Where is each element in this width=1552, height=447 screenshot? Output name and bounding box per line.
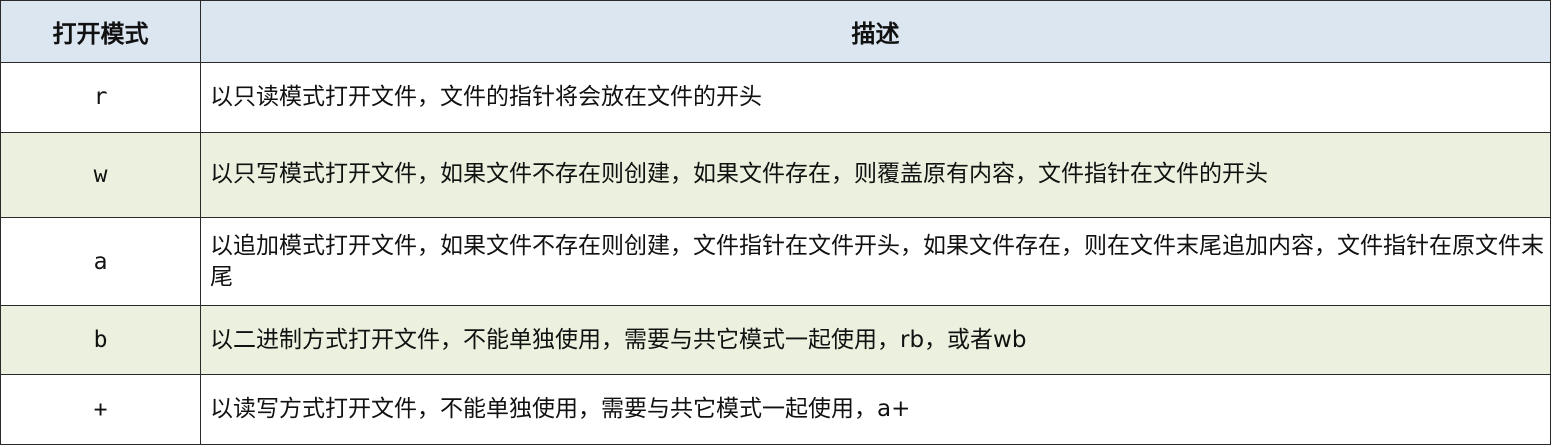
mode-cell: r — [0, 62, 201, 133]
table-row: a 以追加模式打开文件，如果文件不存在则创建，文件指针在文件开头，如果文件存在，… — [0, 217, 1551, 307]
table-row: w 以只写模式打开文件，如果文件不存在则创建，如果文件存在，则覆盖原有内容，文件… — [0, 131, 1551, 219]
description-cell: 以只读模式打开文件，文件的指针将会放在文件的开头 — [200, 62, 1551, 133]
mode-cell: b — [0, 305, 201, 376]
description-cell: 以只写模式打开文件，如果文件不存在则创建，如果文件存在，则覆盖原有内容，文件指针… — [200, 131, 1551, 219]
mode-cell: w — [0, 131, 201, 219]
description-cell: 以二进制方式打开文件，不能单独使用，需要与共它模式一起使用，rb，或者wb — [200, 305, 1551, 376]
table-row: r 以只读模式打开文件，文件的指针将会放在文件的开头 — [0, 62, 1551, 133]
file-mode-table: 打开模式 描述 r 以只读模式打开文件，文件的指针将会放在文件的开头 w 以只写… — [0, 0, 1551, 445]
header-mode: 打开模式 — [0, 0, 201, 63]
table-row: b 以二进制方式打开文件，不能单独使用，需要与共它模式一起使用，rb，或者wb — [0, 305, 1551, 376]
description-cell: 以追加模式打开文件，如果文件不存在则创建，文件指针在文件开头，如果文件存在，则在… — [200, 217, 1551, 307]
header-description: 描述 — [200, 0, 1551, 63]
mode-cell: a — [0, 217, 201, 307]
table-row: + 以读写方式打开文件，不能单独使用，需要与共它模式一起使用，a+ — [0, 374, 1551, 445]
table-header-row: 打开模式 描述 — [0, 0, 1551, 63]
mode-cell: + — [0, 374, 201, 445]
description-cell: 以读写方式打开文件，不能单独使用，需要与共它模式一起使用，a+ — [200, 374, 1551, 445]
